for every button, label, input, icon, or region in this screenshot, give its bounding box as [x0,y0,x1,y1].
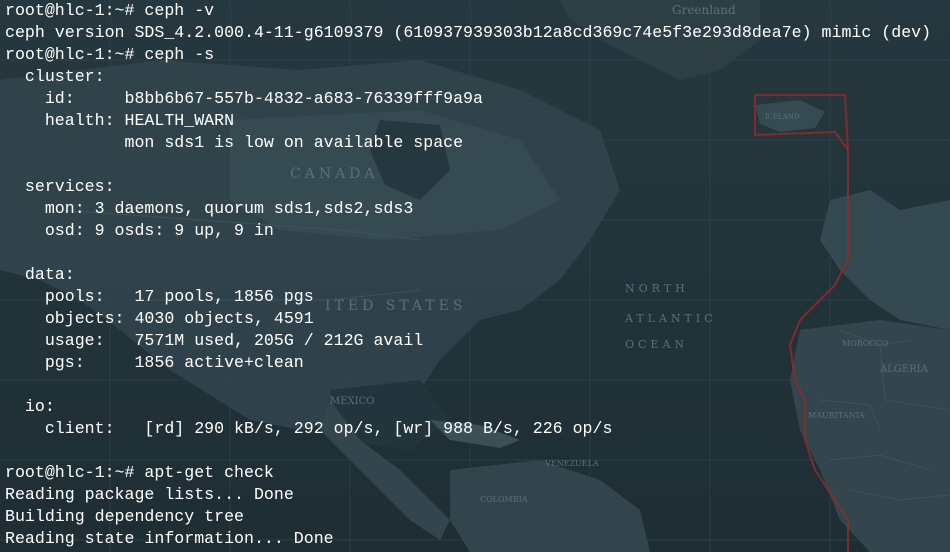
output-line: pgs: 1856 active+clean [5,353,304,372]
output-line: client: [rd] 290 kB/s, 292 op/s, [wr] 98… [5,419,613,438]
output-line: mon sds1 is low on available space [5,133,464,152]
output-line: id: b8bb6b67-557b-4832-a683-76339fff9a9a [5,89,483,108]
terminal-window[interactable]: Greenland CANADA ITED STATES NORTH ATLAN… [0,0,950,552]
command-line: root@hlc-1:~# ceph -v [5,1,215,20]
output-line: Reading state information... Done [5,529,334,548]
output-line: usage: 7571M used, 205G / 212G avail [5,331,424,350]
output-line: services: [5,177,115,196]
output-line: ceph version SDS_4.2.000.4-11-g6109379 (… [5,23,932,42]
output-line: objects: 4030 objects, 4591 [5,309,314,328]
output-line: cluster: [5,67,105,86]
output-line: health: HEALTH_WARN [5,111,235,130]
output-line: io: [5,397,55,416]
output-line: data: [5,265,75,284]
output-line: Building dependency tree [5,507,244,526]
command-line: root@hlc-1:~# apt-get check [5,463,274,482]
output-line: mon: 3 daemons, quorum sds1,sds2,sds3 [5,199,414,218]
command-line: root@hlc-1:~# ceph -s [5,45,215,64]
output-line: Reading package lists... Done [5,485,294,504]
output-line: pools: 17 pools, 1856 pgs [5,287,314,306]
terminal-output[interactable]: root@hlc-1:~# ceph -v ceph version SDS_4.… [5,0,931,550]
output-line: osd: 9 osds: 9 up, 9 in [5,221,274,240]
